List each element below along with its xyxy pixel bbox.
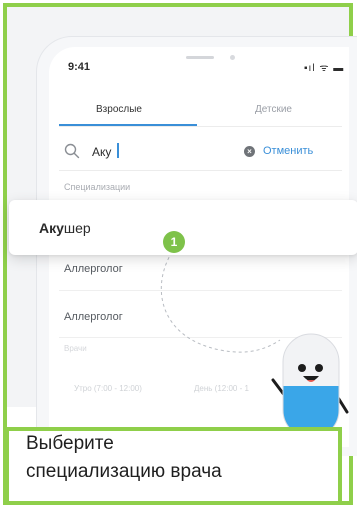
tab-adults[interactable]: Взрослые: [96, 104, 142, 115]
search-divider: [59, 170, 342, 171]
cancel-button[interactable]: Отменить: [263, 145, 313, 157]
list-item[interactable]: Аллерголог: [64, 263, 123, 275]
suggestion-rest: шер: [63, 220, 91, 236]
signal-wifi-battery-icon: ▪ıl ᯤ ▬: [304, 63, 345, 74]
time-slot-day[interactable]: День (12:00 - 1: [194, 384, 249, 393]
step-badge: 1: [163, 231, 185, 253]
section-header-doctors: Врачи: [64, 344, 87, 353]
suggestion-label: Акушер: [39, 220, 91, 236]
tab-divider: [59, 126, 342, 127]
status-time: 9:41: [68, 61, 91, 73]
section-header-specializations: Специализации: [64, 182, 131, 192]
tab-children[interactable]: Детские: [255, 104, 292, 115]
clear-search-icon[interactable]: ×: [244, 146, 255, 157]
caption-title: Выберите: [26, 433, 114, 454]
speaker-notch: [186, 56, 214, 59]
camera-notch: [230, 55, 235, 60]
text-caret: [117, 143, 119, 158]
list-item[interactable]: Аллерголог: [64, 311, 123, 323]
search-icon: [64, 143, 80, 159]
caption-subtitle: специализацию врача: [26, 461, 222, 482]
suggestion-match: Аку: [39, 220, 64, 236]
time-slot-morning[interactable]: Утро (7:00 - 12:00): [74, 384, 142, 393]
search-input[interactable]: Аку: [92, 145, 111, 159]
